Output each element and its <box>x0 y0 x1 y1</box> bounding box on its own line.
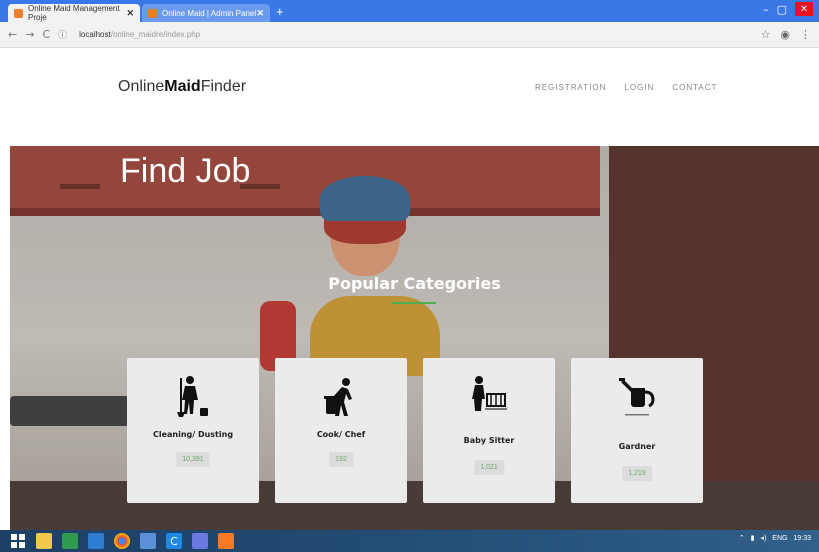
xampp-icon[interactable] <box>218 533 234 549</box>
clock[interactable]: 19:33 <box>793 535 811 542</box>
tab-close-icon[interactable]: ✕ <box>256 8 264 19</box>
system-tray: ⌃ ▮ ◂) ENG 19:33 <box>739 534 811 543</box>
app-icon-c[interactable]: C <box>166 533 182 549</box>
menu-kebab-icon[interactable]: ⋮ <box>800 28 811 41</box>
logo-prefix: Online <box>118 78 165 95</box>
site-header: OnlineMaidFinder REGISTRATION LOGIN CONT… <box>0 48 819 146</box>
section-title-underline <box>392 302 436 304</box>
address-bar: ← → C ⓘ localhost/online_maidre/index.ph… <box>0 22 819 48</box>
logo-suffix: Finder <box>200 78 247 95</box>
app-icon-clipboard[interactable] <box>192 533 208 549</box>
store-icon[interactable] <box>62 533 78 549</box>
tab-admin-panel[interactable]: Online Maid | Admin Panel ✕ <box>142 4 270 22</box>
hero-heading: Find Job <box>120 152 251 190</box>
cleaning-icon <box>127 374 259 418</box>
url-path: /online_maidre/index.php <box>110 30 201 39</box>
category-card-cook[interactable]: Cook/ Chef 192 <box>275 358 407 503</box>
favicon-icon <box>148 8 157 18</box>
category-card-baby-sitter[interactable]: Baby Sitter 1,021 <box>423 358 555 503</box>
section-title: Popular Categories <box>328 274 501 293</box>
category-card-gardner[interactable]: Gardner 1,219 <box>571 358 703 503</box>
main-nav: REGISTRATION LOGIN CONTACT <box>535 83 717 92</box>
category-title: Cook/ Chef <box>316 430 366 439</box>
category-cards: Cleaning/ Dusting 10,391 Cook/ Chef 192 <box>127 358 703 503</box>
network-icon[interactable]: ▮ <box>751 534 755 542</box>
watering-can-icon <box>571 374 703 418</box>
app-icon-fish[interactable] <box>140 533 156 549</box>
category-title: Cleaning/ Dusting <box>152 430 234 439</box>
window-controls: – ▢ ✕ <box>763 2 813 16</box>
site-logo[interactable]: OnlineMaidFinder <box>118 78 246 96</box>
category-count-badge: 10,391 <box>176 452 210 467</box>
tab-close-icon[interactable]: ✕ <box>126 8 134 19</box>
category-count-badge: 1,219 <box>622 466 652 481</box>
profile-icon[interactable]: ◉ <box>780 28 790 41</box>
cook-icon <box>275 374 407 418</box>
reload-icon[interactable]: C <box>42 28 50 41</box>
maximize-icon[interactable]: ▢ <box>777 3 787 16</box>
chrome-icon[interactable] <box>114 533 130 549</box>
nav-registration[interactable]: REGISTRATION <box>535 83 606 92</box>
favicon-icon <box>14 8 23 18</box>
bookmark-star-icon[interactable]: ☆ <box>761 28 771 41</box>
tab-online-maid-management[interactable]: Online Maid Management Proje ✕ <box>8 4 140 22</box>
browser-tab-bar: Online Maid Management Proje ✕ Online Ma… <box>0 0 819 22</box>
tray-chevron-icon[interactable]: ⌃ <box>739 534 745 542</box>
baby-sitter-icon <box>423 374 555 418</box>
info-icon[interactable]: ⓘ <box>58 28 67 41</box>
category-count-badge: 192 <box>329 452 353 467</box>
hero-section: Find Job Popular Categories Cleaning/ Du… <box>10 146 819 530</box>
nav-contact[interactable]: CONTACT <box>672 83 717 92</box>
category-card-cleaning[interactable]: Cleaning/ Dusting 10,391 <box>127 358 259 503</box>
category-title: Baby Sitter <box>463 436 515 445</box>
minimize-icon[interactable]: – <box>763 3 769 16</box>
category-title: Gardner <box>618 442 656 451</box>
new-tab-button[interactable]: + <box>276 4 284 19</box>
windows-start-icon[interactable] <box>10 533 26 549</box>
tab-label: Online Maid | Admin Panel <box>162 8 257 18</box>
file-explorer-icon[interactable] <box>36 533 52 549</box>
back-icon[interactable]: ← <box>8 28 17 41</box>
category-count-badge: 1,021 <box>474 460 504 475</box>
app-icon-blue[interactable] <box>88 533 104 549</box>
volume-icon[interactable]: ◂) <box>760 534 766 542</box>
url-field[interactable]: localhost/online_maidre/index.php <box>79 30 200 39</box>
forward-icon[interactable]: → <box>25 28 34 41</box>
url-host: localhost <box>79 30 111 39</box>
language-indicator[interactable]: ENG <box>772 535 787 542</box>
logo-bold: Maid <box>164 78 201 95</box>
nav-login[interactable]: LOGIN <box>624 83 654 92</box>
tab-label: Online Maid Management Proje <box>28 4 120 22</box>
windows-taskbar: C ⌃ ▮ ◂) ENG 19:33 <box>0 530 819 552</box>
close-window-icon[interactable]: ✕ <box>795 2 813 16</box>
